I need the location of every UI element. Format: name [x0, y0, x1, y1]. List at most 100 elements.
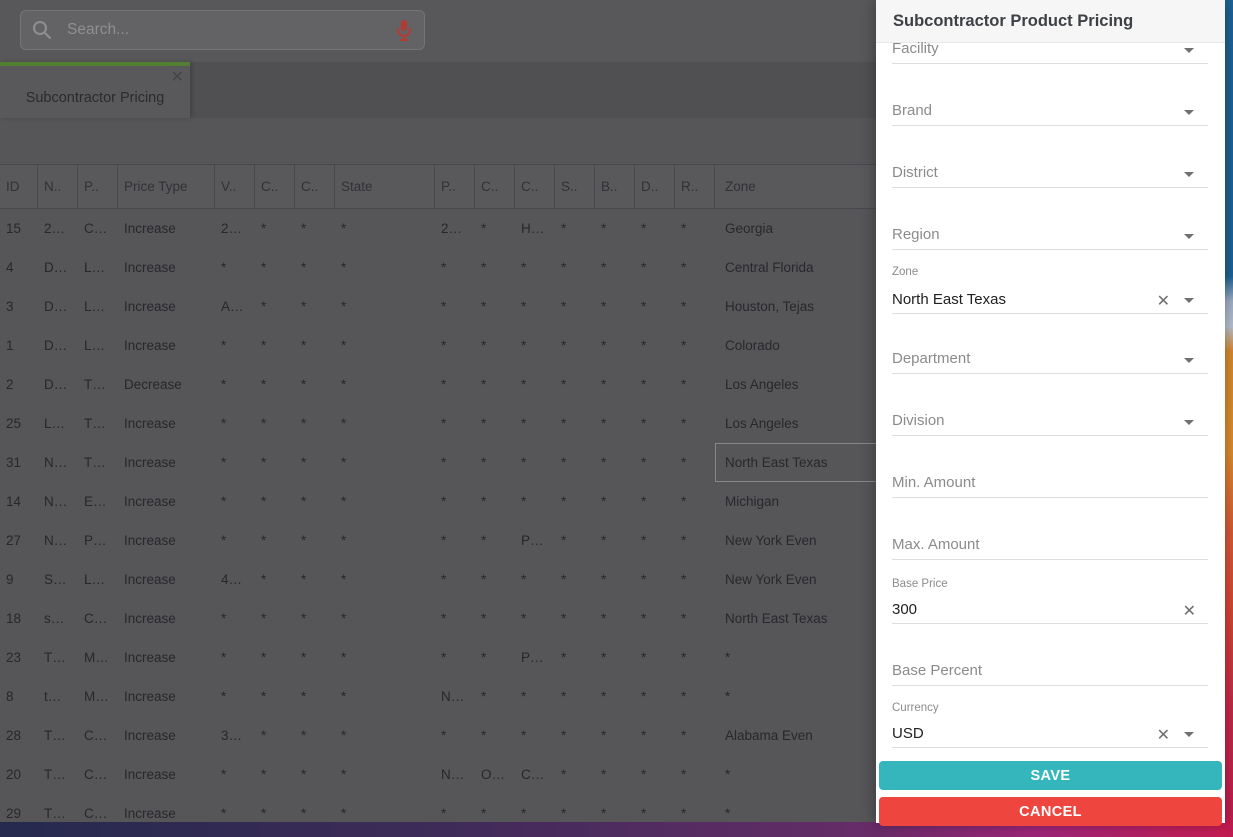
table-cell[interactable]: * — [475, 560, 515, 599]
table-cell[interactable]: C… — [78, 599, 118, 638]
column-header[interactable]: Price Type — [118, 165, 215, 208]
table-cell[interactable]: * — [595, 560, 635, 599]
table-cell[interactable]: * — [595, 755, 635, 794]
table-cell[interactable]: * — [595, 677, 635, 716]
table-cell[interactable]: * — [435, 443, 475, 482]
table-cell[interactable]: * — [335, 521, 435, 560]
table-cell[interactable]: * — [435, 287, 475, 326]
table-cell[interactable]: * — [555, 677, 595, 716]
chevron-down-icon[interactable] — [1184, 172, 1194, 177]
table-cell[interactable]: * — [335, 677, 435, 716]
table-cell[interactable]: * — [295, 326, 335, 365]
table-cell[interactable]: C… — [78, 209, 118, 248]
table-cell[interactable]: 2… — [38, 209, 78, 248]
zone-select[interactable]: Zone North East Texas ✕ — [892, 266, 1208, 314]
table-cell[interactable]: Decrease — [118, 365, 215, 404]
table-cell[interactable]: Increase — [118, 209, 215, 248]
table-cell[interactable]: A… — [215, 287, 255, 326]
table-cell[interactable]: * — [335, 404, 435, 443]
table-cell[interactable]: 4… — [215, 560, 255, 599]
column-header[interactable]: C.. — [515, 165, 555, 208]
chevron-down-icon[interactable] — [1184, 298, 1194, 303]
table-cell[interactable]: * — [635, 677, 675, 716]
table-cell[interactable]: * — [475, 287, 515, 326]
table-cell[interactable]: * — [335, 287, 435, 326]
table-cell[interactable]: * — [635, 248, 675, 287]
table-cell[interactable]: * — [255, 638, 295, 677]
table-cell[interactable]: * — [435, 248, 475, 287]
table-cell[interactable]: * — [555, 599, 595, 638]
table-cell[interactable]: * — [555, 521, 595, 560]
table-cell[interactable]: L… — [78, 560, 118, 599]
table-cell[interactable]: * — [515, 248, 555, 287]
column-header[interactable]: P.. — [78, 165, 118, 208]
table-cell[interactable]: * — [215, 482, 255, 521]
table-cell[interactable]: * — [675, 404, 715, 443]
table-cell[interactable]: * — [215, 404, 255, 443]
table-cell[interactable]: * — [475, 326, 515, 365]
table-cell[interactable]: * — [675, 521, 715, 560]
table-cell[interactable]: Increase — [118, 677, 215, 716]
table-cell[interactable]: * — [635, 521, 675, 560]
table-cell[interactable]: * — [675, 716, 715, 755]
table-cell[interactable]: M… — [78, 677, 118, 716]
table-cell[interactable]: Increase — [118, 599, 215, 638]
table-cell[interactable]: L… — [78, 248, 118, 287]
table-cell[interactable]: E… — [78, 482, 118, 521]
chevron-down-icon[interactable] — [1184, 110, 1194, 115]
table-cell[interactable]: * — [555, 755, 595, 794]
table-cell[interactable]: * — [475, 599, 515, 638]
table-cell[interactable]: D… — [38, 326, 78, 365]
table-cell[interactable]: * — [295, 248, 335, 287]
column-header[interactable]: C.. — [255, 165, 295, 208]
table-cell[interactable]: 31 — [0, 443, 38, 482]
table-cell[interactable]: * — [635, 716, 675, 755]
table-cell[interactable]: * — [555, 209, 595, 248]
table-cell[interactable]: * — [435, 638, 475, 677]
table-cell[interactable]: Increase — [118, 443, 215, 482]
table-cell[interactable]: * — [515, 404, 555, 443]
table-cell[interactable]: C… — [78, 755, 118, 794]
table-cell[interactable]: * — [215, 755, 255, 794]
chevron-down-icon[interactable] — [1184, 420, 1194, 425]
table-cell[interactable]: N… — [38, 443, 78, 482]
table-cell[interactable]: * — [215, 638, 255, 677]
clear-icon[interactable]: ✕ — [1157, 728, 1170, 744]
table-cell[interactable]: * — [675, 209, 715, 248]
table-cell[interactable]: * — [555, 716, 595, 755]
table-cell[interactable]: * — [475, 482, 515, 521]
table-cell[interactable]: * — [555, 638, 595, 677]
table-cell[interactable]: * — [255, 326, 295, 365]
save-button[interactable]: SAVE — [879, 761, 1222, 790]
table-cell[interactable]: * — [595, 326, 635, 365]
brand-select[interactable]: Brand — [892, 98, 1208, 126]
table-cell[interactable]: * — [295, 599, 335, 638]
table-cell[interactable]: 9 — [0, 560, 38, 599]
table-cell[interactable]: * — [255, 560, 295, 599]
table-cell[interactable]: * — [435, 521, 475, 560]
table-cell[interactable]: N… — [38, 521, 78, 560]
table-cell[interactable]: * — [255, 443, 295, 482]
table-cell[interactable]: t… — [38, 677, 78, 716]
table-cell[interactable]: * — [255, 209, 295, 248]
table-cell[interactable]: * — [335, 326, 435, 365]
table-cell[interactable]: * — [255, 248, 295, 287]
table-cell[interactable]: * — [255, 404, 295, 443]
table-cell[interactable]: 18 — [0, 599, 38, 638]
table-cell[interactable]: * — [515, 326, 555, 365]
table-cell[interactable]: Increase — [118, 326, 215, 365]
table-cell[interactable]: * — [435, 365, 475, 404]
table-cell[interactable]: * — [675, 365, 715, 404]
table-cell[interactable]: D… — [38, 287, 78, 326]
table-cell[interactable]: * — [475, 443, 515, 482]
table-cell[interactable]: * — [635, 638, 675, 677]
table-cell[interactable]: * — [435, 404, 475, 443]
column-header[interactable]: V.. — [215, 165, 255, 208]
table-cell[interactable]: * — [675, 248, 715, 287]
table-cell[interactable]: * — [635, 287, 675, 326]
clear-icon[interactable]: ✕ — [1183, 604, 1196, 620]
column-header[interactable]: State — [335, 165, 435, 208]
chevron-down-icon[interactable] — [1184, 48, 1194, 53]
table-cell[interactable]: * — [255, 482, 295, 521]
table-cell[interactable]: * — [335, 365, 435, 404]
